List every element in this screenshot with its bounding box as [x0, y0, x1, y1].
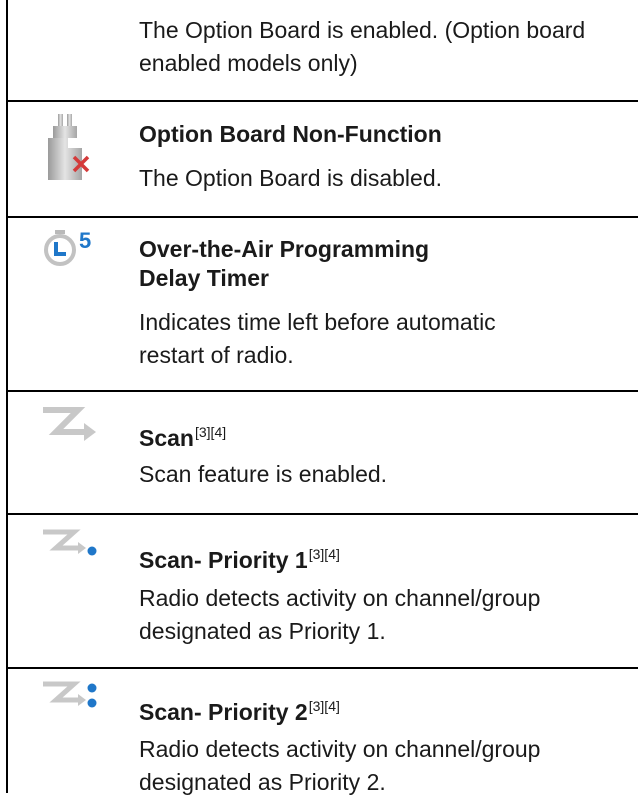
- scan-priority-2-title: Scan- Priority 2[3][4]: [139, 698, 340, 725]
- scan-priority-1-description: Radio detects activity on channel/group …: [139, 585, 541, 644]
- row-separator: [7, 513, 638, 515]
- scan-description: Scan feature is enabled.: [139, 461, 388, 487]
- timer-digit: 5: [79, 228, 91, 253]
- option-board-non-function-title: Option Board Non-Function: [139, 121, 442, 147]
- row-separator: [7, 667, 638, 669]
- option-board-disabled-icon: [38, 112, 98, 180]
- ota-delay-timer-description: Indicates time left before automatic res…: [139, 309, 496, 368]
- option-board-enabled-description: The Option Board is enabled. (Option boa…: [139, 17, 586, 76]
- ota-delay-timer-title: Over-the-Air Programming Delay Timer: [139, 236, 430, 291]
- left-rule: [6, 0, 8, 793]
- scan-priority-1-title: Scan- Priority 1[3][4]: [139, 546, 340, 573]
- row-separator: [7, 100, 638, 102]
- scan-priority-2-description: Radio detects activity on channel/group …: [139, 736, 541, 795]
- scan-priority-2-reference: [3][4]: [308, 698, 340, 714]
- scan-priority-1-icon: [38, 524, 98, 574]
- scan-title: Scan[3][4]: [139, 424, 227, 451]
- scan-reference: [3][4]: [194, 424, 227, 440]
- row-separator: [7, 390, 638, 392]
- option-board-non-function-description: The Option Board is disabled.: [139, 165, 443, 191]
- scan-priority-2-icon: [38, 674, 98, 724]
- scan-priority-1-reference: [3][4]: [308, 546, 340, 562]
- row-separator: [7, 216, 638, 218]
- scan-icon: [38, 400, 98, 450]
- ota-delay-timer-icon: 5: [38, 222, 98, 272]
